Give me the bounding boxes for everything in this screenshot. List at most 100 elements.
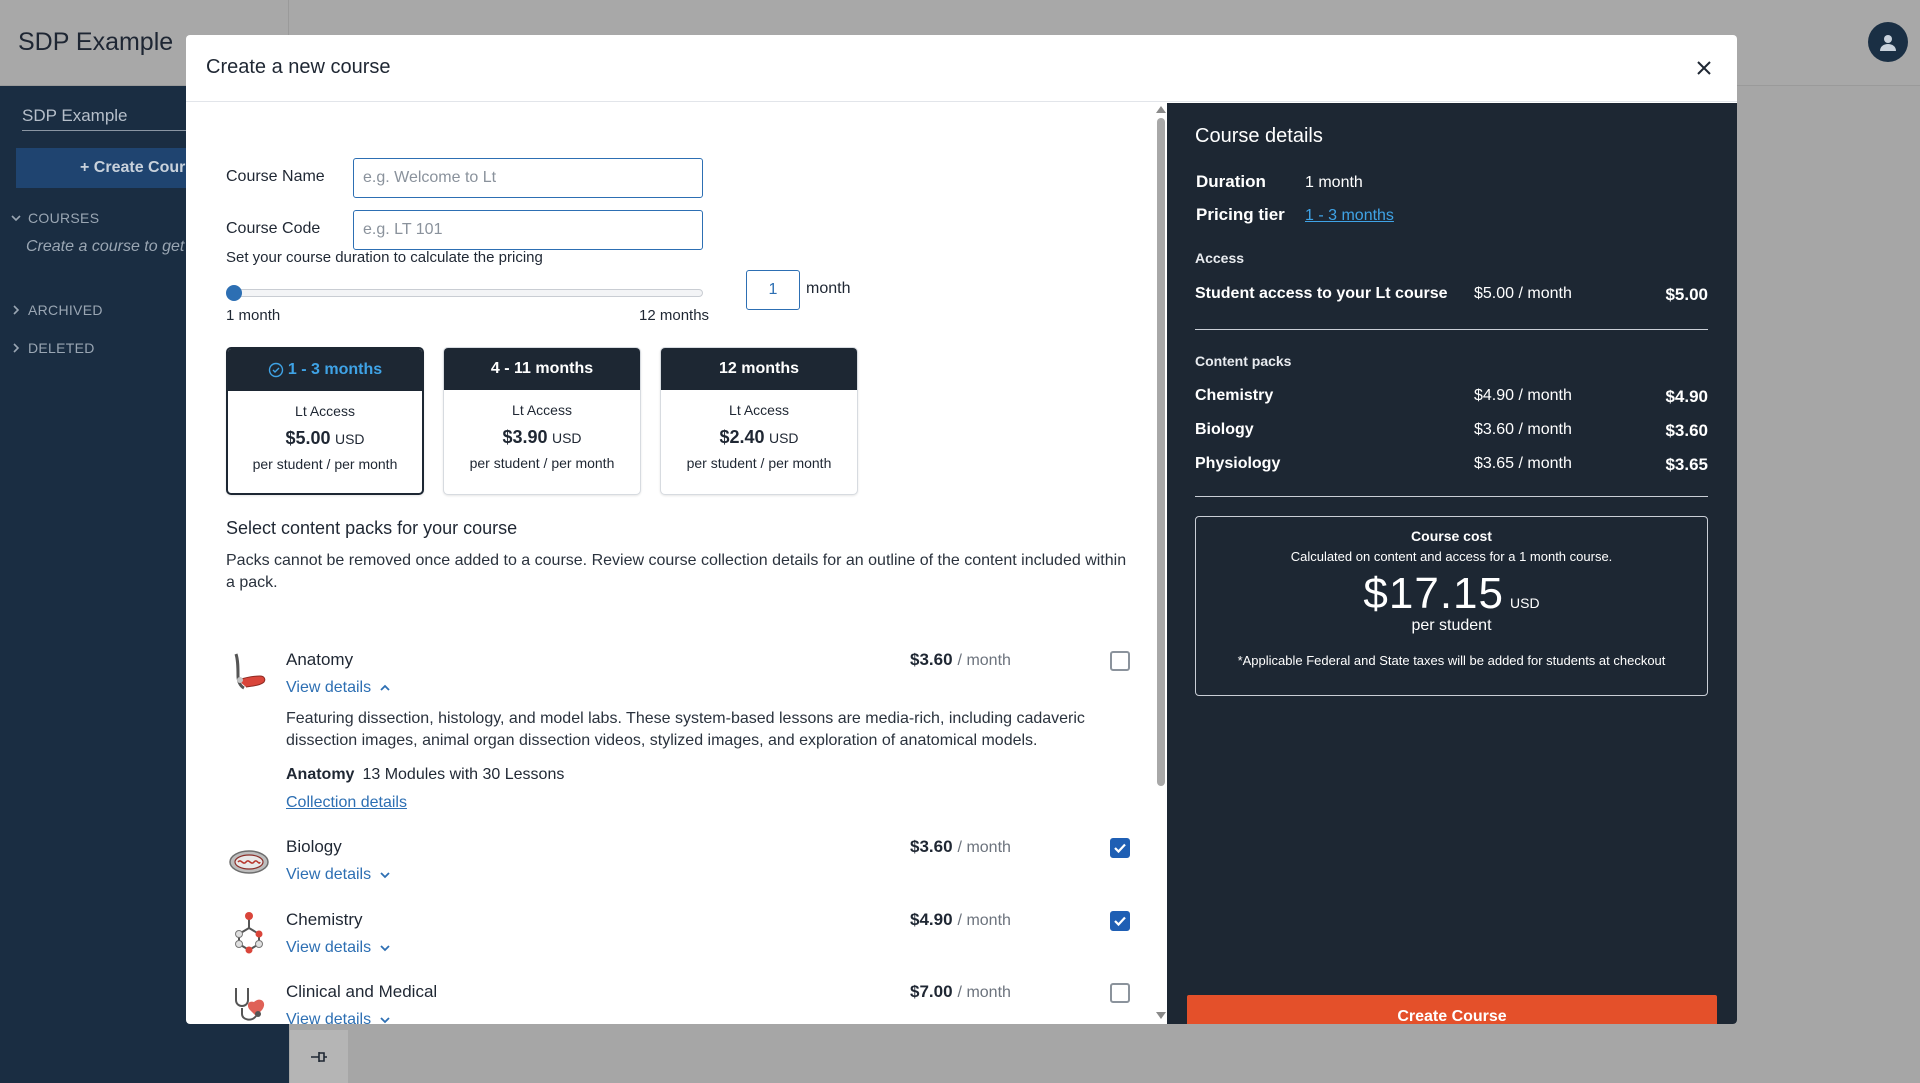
user-icon bbox=[1880, 35, 1896, 51]
duration-slider-handle[interactable] bbox=[226, 285, 242, 301]
collection-details-link[interactable]: Collection details bbox=[286, 794, 407, 812]
scroll-down-arrow[interactable] bbox=[1156, 1012, 1166, 1019]
line-rate: $5.00 / month bbox=[1474, 285, 1572, 302]
sidebar-section-deleted[interactable]: DELETED bbox=[10, 340, 95, 356]
content-packs-title: Select content packs for your course bbox=[226, 518, 518, 538]
pricing-tier-row: Pricing tier 1 - 3 months bbox=[1196, 205, 1394, 225]
tier-per: per student / per month bbox=[469, 455, 615, 471]
tier-access: Lt Access bbox=[295, 403, 355, 419]
course-code-input[interactable] bbox=[353, 210, 703, 250]
duration-months-input[interactable] bbox=[746, 270, 800, 310]
view-details-label: View details bbox=[286, 939, 372, 956]
chevron-down-icon bbox=[380, 945, 390, 952]
pack-price-unit: / month bbox=[957, 839, 1011, 856]
tier-header: 4 - 11 months bbox=[444, 348, 640, 390]
course-name-input[interactable] bbox=[353, 158, 703, 198]
tier-currency: USD bbox=[768, 430, 799, 446]
user-avatar[interactable] bbox=[1868, 22, 1908, 62]
create-course-modal: Create a new course Course Name Course C… bbox=[186, 35, 1737, 1024]
duration-row: Duration 1 month bbox=[1196, 172, 1363, 192]
create-course-button[interactable]: Create Course bbox=[1187, 995, 1717, 1024]
sidebar-section-archived[interactable]: ARCHIVED bbox=[10, 302, 103, 318]
view-details-label: View details bbox=[286, 866, 372, 883]
slider-min-label: 1 month bbox=[226, 307, 281, 324]
tier-title: 1 - 3 months bbox=[287, 361, 383, 378]
content-packs-heading: Content packs bbox=[1195, 353, 1292, 369]
pack-price-value: $3.60 bbox=[910, 837, 953, 856]
duration-label: Set your course duration to calculate th… bbox=[226, 249, 543, 266]
tier-title: 4 - 11 months bbox=[490, 360, 594, 377]
form-scrollbar[interactable] bbox=[1154, 104, 1166, 1019]
view-details-toggle[interactable]: View details bbox=[286, 939, 391, 957]
pricing-tier-link[interactable]: 1 - 3 months bbox=[1305, 207, 1394, 225]
sidebar-courses-note: Create a course to get bbox=[26, 238, 185, 255]
tier-price-value: $3.90 bbox=[502, 427, 548, 447]
modal-title: Create a new course bbox=[206, 56, 391, 78]
tier-per: per student / per month bbox=[252, 456, 398, 472]
tier-price: $2.40 USD bbox=[661, 427, 857, 448]
pin-sidebar-button[interactable] bbox=[290, 1030, 348, 1083]
sidebar-section-label: ARCHIVED bbox=[28, 302, 103, 318]
slider-max-label: 12 months bbox=[639, 307, 710, 324]
tier-header: 12 months bbox=[661, 348, 857, 390]
tier-currency: USD bbox=[334, 431, 365, 447]
course-cost-subtitle: Calculated on content and access for a 1… bbox=[1290, 549, 1613, 564]
modal-header: Create a new course bbox=[186, 35, 1737, 102]
duration-value: 1 month bbox=[1305, 174, 1363, 191]
pack-price: $4.90/ month bbox=[910, 910, 1011, 930]
view-details-toggle[interactable]: View details bbox=[286, 1011, 391, 1024]
pack-checkbox[interactable] bbox=[1110, 651, 1130, 671]
tier-currency: USD bbox=[551, 430, 582, 446]
close-button[interactable] bbox=[1689, 53, 1719, 83]
anatomy-description: Featuring dissection, histology, and mod… bbox=[286, 710, 1085, 749]
anatomy-meta-name: Anatomy bbox=[286, 766, 355, 783]
pack-price-unit: / month bbox=[957, 652, 1011, 669]
chevron-down-icon bbox=[380, 1017, 390, 1024]
pricing-tier-card[interactable]: 4 - 11 months Lt Access $3.90 USD per st… bbox=[443, 347, 641, 495]
pricing-tier-card[interactable]: 12 months Lt Access $2.40 USD per studen… bbox=[660, 347, 858, 495]
tier-price: $3.90 USD bbox=[444, 427, 640, 448]
access-heading: Access bbox=[1195, 250, 1245, 266]
pack-checkbox[interactable] bbox=[1110, 983, 1130, 1003]
line-rate: $4.90 / month bbox=[1474, 387, 1572, 404]
pack-name: Biology bbox=[286, 837, 342, 856]
course-details-panel: Course details Duration 1 month Pricing … bbox=[1167, 103, 1737, 1024]
divider bbox=[1195, 496, 1708, 497]
duration-label: Duration bbox=[1196, 172, 1266, 191]
pack-checkbox[interactable] bbox=[1110, 911, 1130, 931]
scroll-thumb[interactable] bbox=[1157, 118, 1165, 786]
stethoscope-icon bbox=[235, 988, 265, 1021]
anatomy-arm-icon bbox=[234, 653, 266, 690]
tier-header: 1 - 3 months bbox=[228, 349, 422, 391]
tax-note: *Applicable Federal and State taxes will… bbox=[1237, 653, 1666, 668]
divider bbox=[1195, 329, 1708, 330]
pack-price-value: $7.00 bbox=[910, 982, 953, 1001]
course-name-label: Course Name bbox=[226, 168, 325, 185]
course-code-label: Course Code bbox=[226, 220, 321, 237]
course-details-title: Course details bbox=[1195, 125, 1323, 147]
chevron-right-icon bbox=[13, 343, 20, 353]
pack-name: Clinical and Medical bbox=[286, 982, 438, 1001]
pack-price: $3.60/ month bbox=[910, 650, 1011, 670]
course-cost-amount: $17.15 USD bbox=[1196, 569, 1707, 619]
duration-slider-track[interactable] bbox=[228, 289, 703, 297]
chevron-up-icon bbox=[380, 684, 390, 691]
check-circle-icon bbox=[268, 362, 284, 378]
course-form-panel: Course Name Course Code Set your course … bbox=[186, 102, 1166, 1024]
cost-amount-value: $17.15 bbox=[1363, 569, 1504, 618]
view-details-label: View details bbox=[286, 679, 372, 696]
view-details-toggle[interactable]: View details bbox=[286, 679, 391, 697]
sidebar-section-courses[interactable]: COURSES bbox=[10, 210, 99, 226]
line-rate: $3.60 / month bbox=[1474, 421, 1572, 438]
pack-checkbox[interactable] bbox=[1110, 838, 1130, 858]
line-total: $4.90 bbox=[1665, 387, 1708, 406]
view-details-toggle[interactable]: View details bbox=[286, 866, 391, 884]
course-cost-per: per student bbox=[1411, 617, 1492, 634]
line-name: Student access to your Lt course bbox=[1195, 285, 1448, 302]
line-name: Chemistry bbox=[1195, 387, 1274, 404]
chevron-down-icon bbox=[380, 872, 390, 879]
pricing-tier-label: Pricing tier bbox=[1196, 205, 1285, 224]
scroll-up-arrow[interactable] bbox=[1156, 106, 1166, 113]
pricing-tier-card[interactable]: 1 - 3 months Lt Access $5.00 USD per stu… bbox=[226, 347, 424, 495]
access-line: Student access to your Lt course $5.00 /… bbox=[1195, 285, 1708, 305]
